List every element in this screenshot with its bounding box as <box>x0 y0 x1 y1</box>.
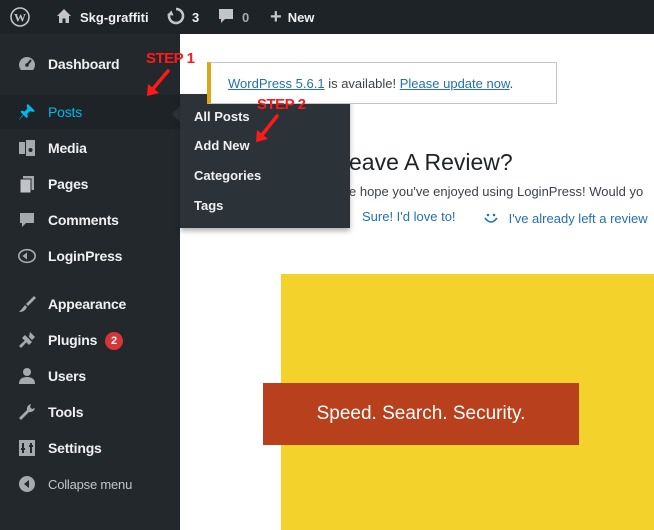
settings-icon <box>17 438 37 458</box>
sidebar-item-pages[interactable]: Pages <box>0 167 180 201</box>
admin-bar: W Skg-graffiti 3 0 + New <box>0 0 654 34</box>
updates-icon <box>167 7 185 28</box>
sidebar-label: Tools <box>48 404 84 420</box>
sidebar-item-comments[interactable]: Comments <box>0 203 180 237</box>
banner-tagline-box: Speed. Search. Security. <box>263 383 579 445</box>
media-icon <box>17 138 37 158</box>
sidebar-label: LoginPress <box>48 248 123 264</box>
review-sure-label: Sure! I'd love to! <box>362 209 456 224</box>
step-1-arrow-icon <box>147 69 170 96</box>
sidebar-label: Plugins <box>48 332 98 348</box>
review-title: eave A Review? <box>349 149 513 175</box>
comments-count: 0 <box>242 9 250 25</box>
sidebar-item-tools[interactable]: Tools <box>0 395 180 429</box>
comments-link[interactable]: 0 <box>217 0 249 34</box>
smile-icon <box>482 209 500 230</box>
plugins-update-badge: 2 <box>105 332 123 350</box>
sidebar-label: Dashboard <box>48 56 120 72</box>
wrench-icon <box>17 402 37 422</box>
submenu-item-all-posts[interactable]: All Posts <box>194 109 250 124</box>
admin-sidebar: Dashboard Posts Media Pages Comments Log… <box>0 34 180 530</box>
dashboard-icon <box>17 54 37 74</box>
updates-link[interactable]: 3 <box>167 0 199 34</box>
review-text: e hope you've enjoyed using LoginPress! … <box>349 184 644 199</box>
banner-tagline: Speed. Search. Security. <box>316 403 526 424</box>
loginpress-icon <box>17 246 37 266</box>
svg-text:W: W <box>14 11 26 25</box>
brush-icon <box>17 294 37 314</box>
new-label: New <box>287 9 315 25</box>
notice-middle-text: is available! <box>324 76 400 91</box>
sidebar-label: Media <box>48 140 87 156</box>
updates-count: 3 <box>192 9 200 25</box>
sidebar-item-media[interactable]: Media <box>0 131 180 165</box>
site-name: Skg-graffiti <box>80 9 149 25</box>
sidebar-item-plugins[interactable]: Plugins 2 <box>0 323 180 357</box>
sidebar-item-appearance[interactable]: Appearance <box>0 287 180 321</box>
site-name-link[interactable]: Skg-graffiti <box>56 0 149 34</box>
plugin-icon <box>17 330 37 350</box>
step-2-arrow-icon <box>256 114 279 142</box>
pin-icon <box>17 102 37 122</box>
sidebar-label: Appearance <box>48 296 127 312</box>
review-already-link[interactable]: I've already left a review <box>482 209 648 230</box>
sidebar-label: Posts <box>48 104 83 120</box>
notice-end-text: . <box>509 76 514 91</box>
step-2-label: STEP 2 <box>257 96 306 113</box>
sidebar-item-users[interactable]: Users <box>0 359 180 393</box>
plus-icon: + <box>270 6 282 28</box>
comment-bubble-icon <box>217 7 235 28</box>
comment-icon <box>17 210 37 230</box>
submenu-item-categories[interactable]: Categories <box>194 168 261 183</box>
please-update-link[interactable]: Please update now <box>400 76 510 91</box>
collapse-menu-button[interactable]: Collapse menu <box>0 467 180 501</box>
submenu-item-tags[interactable]: Tags <box>194 198 223 213</box>
submenu-pointer <box>172 106 180 122</box>
sidebar-item-posts[interactable]: Posts <box>0 95 180 129</box>
wordpress-version-link[interactable]: WordPress 5.6.1 <box>228 76 325 91</box>
new-content-link[interactable]: + New <box>270 0 314 34</box>
collapse-icon <box>17 474 37 494</box>
sidebar-item-loginpress[interactable]: LoginPress <box>0 239 180 273</box>
home-icon <box>56 8 74 27</box>
sidebar-label: Collapse menu <box>48 476 133 492</box>
submenu-item-add-new[interactable]: Add New <box>194 138 250 153</box>
pages-icon <box>17 174 37 194</box>
review-already-label: I've already left a review <box>508 210 648 226</box>
wordpress-logo-icon[interactable]: W <box>10 0 30 34</box>
sidebar-label: Users <box>48 368 86 384</box>
sidebar-label: Settings <box>48 440 102 456</box>
sidebar-label: Comments <box>48 212 119 228</box>
review-sure-link[interactable]: Sure! I'd love to! <box>349 209 456 224</box>
sidebar-label: Pages <box>48 176 89 192</box>
update-notice-text: WordPress 5.6.1 is available! Please upd… <box>228 76 513 91</box>
sidebar-item-settings[interactable]: Settings <box>0 431 180 465</box>
step-1-label: STEP 1 <box>146 50 195 67</box>
users-icon <box>17 366 37 386</box>
